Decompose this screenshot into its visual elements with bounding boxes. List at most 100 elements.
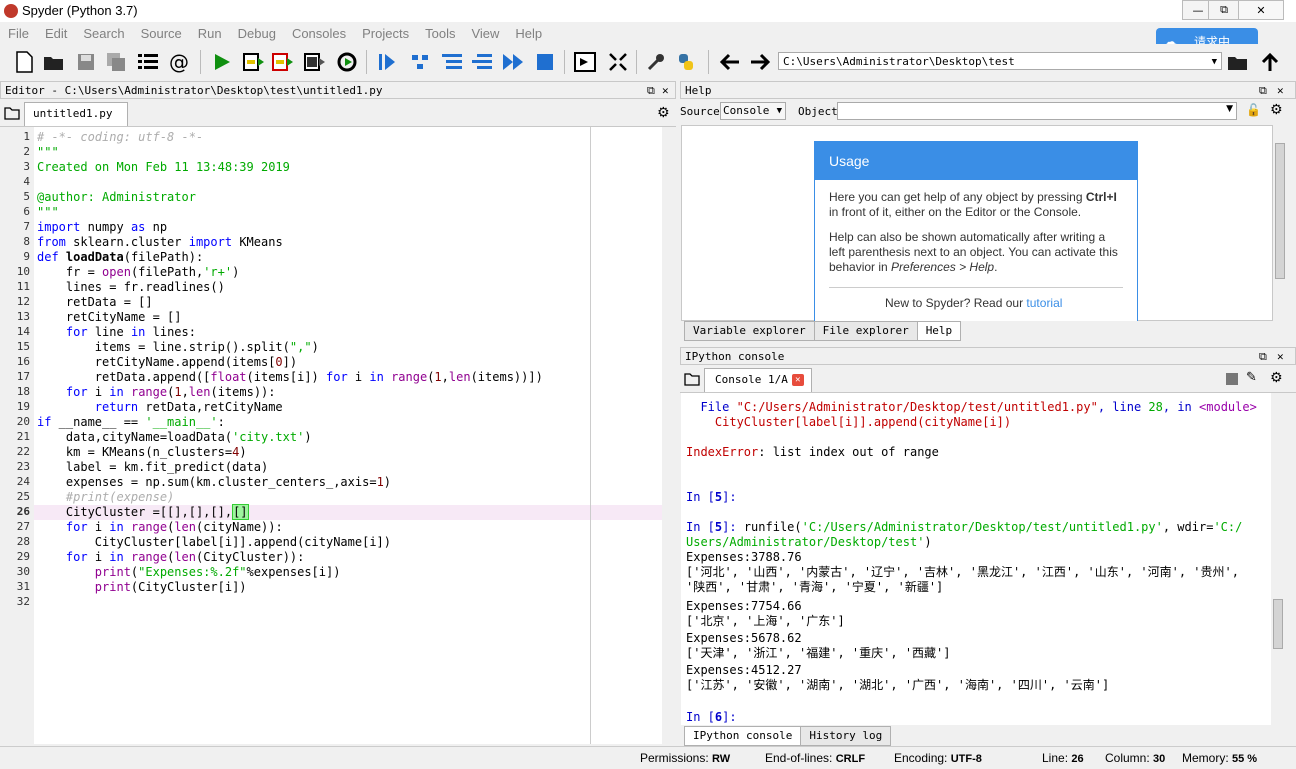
rerun-icon[interactable] (335, 50, 359, 74)
save-all-icon[interactable] (104, 50, 128, 74)
line-number: 29 (16, 550, 30, 563)
fullscreen-icon[interactable] (606, 50, 630, 74)
help-options-gear-icon[interactable]: ⚙ (1270, 102, 1283, 118)
run-cell-icon[interactable] (242, 50, 266, 74)
line-number: 8 (23, 235, 30, 248)
console-line: ['河北', '山西', '内蒙古', '辽宁', '吉林', '黑龙江', '… (686, 565, 1239, 579)
code-line: retData = [] (37, 295, 153, 309)
menu-search[interactable]: Search (75, 26, 132, 41)
close-button[interactable]: ✕ (1238, 0, 1284, 20)
code-line: for i in range(1,len(items)): (65, 385, 276, 399)
close-pane-icon[interactable]: ✕ (1277, 348, 1284, 366)
menu-run[interactable]: Run (190, 26, 230, 41)
close-pane-icon[interactable]: ✕ (1277, 82, 1284, 100)
menu-tools[interactable]: Tools (417, 26, 463, 41)
code-line: for i in range(len(cityName)): (65, 520, 283, 534)
line-number: 25 (16, 490, 30, 503)
code-line: def loadData(filePath): (37, 250, 204, 264)
tab-ipython-console[interactable]: IPython console (684, 726, 802, 746)
undock-icon[interactable]: ⧉ (1259, 82, 1267, 100)
code-line: if __name__ == '__main__': (37, 415, 225, 429)
outline-list-icon[interactable] (136, 50, 160, 74)
line-number: 2 (23, 145, 30, 158)
step-into-icon[interactable] (440, 50, 464, 74)
stop-kernel-icon[interactable] (1226, 373, 1238, 385)
console-prompt: In [6]: (686, 710, 737, 724)
console-line: Expenses:4512.27 (686, 663, 802, 677)
undock-icon[interactable]: ⧉ (1259, 348, 1267, 366)
menu-file[interactable]: File (0, 26, 37, 41)
working-directory-input[interactable]: C:\Users\Administrator\Desktop\test ▼ (778, 52, 1222, 70)
line-number: 1 (23, 130, 30, 143)
line-number: 5 (23, 190, 30, 203)
console-output[interactable]: File "C:/Users/Administrator/Desktop/tes… (681, 393, 1271, 725)
browse-folder-icon[interactable] (1226, 50, 1250, 74)
clear-console-icon[interactable]: ✎ (1246, 370, 1257, 385)
menu-source[interactable]: Source (133, 26, 190, 41)
preferences-wrench-icon[interactable] (644, 50, 668, 74)
run-icon[interactable] (210, 50, 234, 74)
code-line: return retData,retCityName (94, 400, 283, 414)
forward-arrow-icon[interactable] (748, 50, 772, 74)
run-selection-icon[interactable] (303, 50, 327, 74)
console-line: Expenses:3788.76 (686, 550, 802, 564)
tab-variable-explorer[interactable]: Variable explorer (684, 321, 815, 341)
object-input[interactable]: ▼ (837, 102, 1237, 120)
close-tab-icon[interactable]: ✕ (791, 374, 804, 386)
code-line: km = KMeans(n_clusters=4) (37, 445, 247, 459)
restore-button[interactable]: ⧉ (1208, 0, 1240, 20)
help-scrollbar[interactable] (1273, 125, 1287, 321)
continue-icon[interactable] (501, 50, 525, 74)
tutorial-link[interactable]: tutorial (1026, 296, 1062, 310)
source-select[interactable]: Console ▼ (720, 102, 786, 120)
browse-tabs-icon[interactable] (684, 372, 700, 389)
open-file-icon[interactable] (42, 50, 66, 74)
close-pane-icon[interactable]: ✕ (662, 82, 669, 100)
save-icon[interactable] (74, 50, 98, 74)
run-cell-advance-icon[interactable] (272, 50, 296, 74)
python-path-icon[interactable] (674, 50, 698, 74)
menu-consoles[interactable]: Consoles (284, 26, 354, 41)
code-line: expenses = np.sum(km.cluster_centers_,ax… (37, 475, 392, 489)
edge-line (590, 127, 591, 744)
help-title: Help (685, 84, 712, 97)
editor-scrollbar[interactable] (662, 127, 676, 744)
console-line: Users/Administrator/Desktop/test') (686, 535, 932, 549)
scroll-thumb[interactable] (1275, 143, 1285, 279)
menu-debug[interactable]: Debug (230, 26, 284, 41)
debug-icon[interactable] (375, 50, 399, 74)
step-icon[interactable] (408, 50, 432, 74)
code-editor[interactable]: # -*- coding: utf-8 -*- """ Created on M… (34, 127, 662, 744)
browse-tabs-icon[interactable] (4, 106, 20, 123)
console-options-gear-icon[interactable]: ⚙ (1270, 370, 1283, 386)
menu-help[interactable]: Help (507, 26, 550, 41)
console-tab-1a[interactable]: Console 1/A ✕ (704, 368, 812, 392)
line-number: 17 (16, 370, 30, 383)
scroll-thumb[interactable] (1273, 599, 1283, 649)
maximize-pane-icon[interactable] (573, 50, 597, 74)
tab-help[interactable]: Help (916, 321, 962, 341)
code-line: retData.append([float(items[i]) for i in… (37, 370, 543, 384)
code-line: lines = fr.readlines() (37, 280, 225, 294)
tab-file-explorer[interactable]: File explorer (813, 321, 918, 341)
parent-directory-icon[interactable] (1258, 50, 1282, 74)
lock-icon[interactable]: 🔓 (1246, 103, 1261, 117)
undock-icon[interactable]: ⧉ (647, 82, 655, 100)
stop-debug-icon[interactable] (533, 50, 557, 74)
console-pane-tabs: IPython console History log (684, 726, 892, 746)
console-line: ['天津', '浙江', '福建', '重庆', '西藏'] (686, 646, 951, 660)
usage-paragraph-1: Here you can get help of any object by p… (829, 190, 1117, 219)
menu-edit[interactable]: Edit (37, 26, 75, 41)
tab-history-log[interactable]: History log (800, 726, 892, 746)
editor-options-gear-icon[interactable]: ⚙ (657, 105, 670, 121)
new-file-icon[interactable] (12, 50, 36, 74)
editor-tab-untitled1[interactable]: untitled1.py✕ (24, 102, 128, 142)
menu-projects[interactable]: Projects (354, 26, 417, 41)
console-scrollbar[interactable] (1271, 393, 1285, 725)
line-number: 19 (16, 400, 30, 413)
menu-view[interactable]: View (463, 26, 507, 41)
back-arrow-icon[interactable] (718, 50, 742, 74)
step-return-icon[interactable] (470, 50, 494, 74)
at-email-icon[interactable]: @ (167, 50, 191, 74)
dropdown-arrow-icon[interactable]: ▼ (1212, 53, 1217, 71)
